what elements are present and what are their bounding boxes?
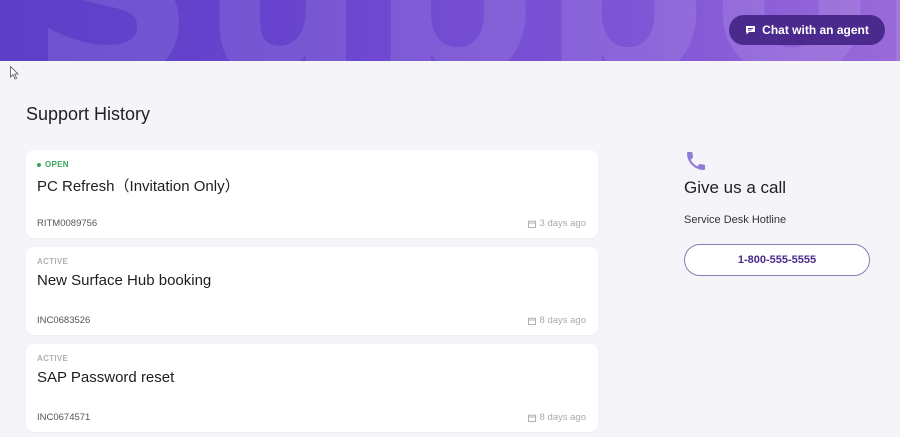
ticket-date: 3 days ago	[527, 218, 586, 229]
give-us-a-call-title: Give us a call	[684, 178, 787, 197]
calendar-icon	[527, 220, 536, 228]
ticket-date-text: 8 days ago	[539, 412, 586, 423]
ticket-id: INC0683526	[37, 315, 91, 326]
chat-with-agent-button[interactable]: Chat with an agent	[729, 15, 885, 45]
status-label: ACTIVE	[37, 257, 69, 266]
status-label: OPEN	[45, 160, 69, 169]
ticket-id: INC0674571	[37, 412, 91, 423]
mouse-cursor-icon	[10, 66, 19, 80]
phone-number-button[interactable]: 1-800-555-5555	[684, 244, 870, 276]
chat-button-label: Chat with an agent	[762, 23, 869, 37]
status-badge: ACTIVE	[37, 257, 68, 266]
status-badge: OPEN	[37, 160, 69, 169]
ticket-date: 8 days ago	[527, 315, 586, 326]
calendar-icon	[527, 317, 536, 325]
ticket-id: RITM0089756	[37, 218, 98, 229]
ticket-card[interactable]: ACTIVE New Surface Hub booking INC068352…	[26, 247, 598, 335]
support-history-title: Support History	[26, 104, 151, 124]
phone-icon	[687, 152, 705, 170]
status-label: ACTIVE	[37, 354, 69, 363]
hotline-label: Service Desk Hotline	[684, 214, 787, 226]
status-badge: ACTIVE	[37, 354, 68, 363]
calendar-icon	[527, 414, 536, 422]
ticket-card[interactable]: OPEN PC Refresh（Invitation Only） RITM008…	[26, 150, 598, 238]
chat-bubble-icon	[746, 26, 756, 35]
ticket-date-text: 3 days ago	[539, 218, 586, 229]
ticket-title: SAP Password reset	[37, 369, 175, 386]
status-dot-icon	[37, 162, 41, 167]
ticket-title: PC Refresh（Invitation Only）	[37, 178, 240, 195]
ticket-date-text: 8 days ago	[539, 315, 586, 326]
ticket-date: 8 days ago	[527, 412, 586, 423]
header-banner: Support Chat with an agent	[0, 0, 900, 61]
ticket-card[interactable]: ACTIVE SAP Password reset INC0674571 8 d…	[26, 344, 598, 432]
ticket-title: New Surface Hub booking	[37, 272, 212, 289]
